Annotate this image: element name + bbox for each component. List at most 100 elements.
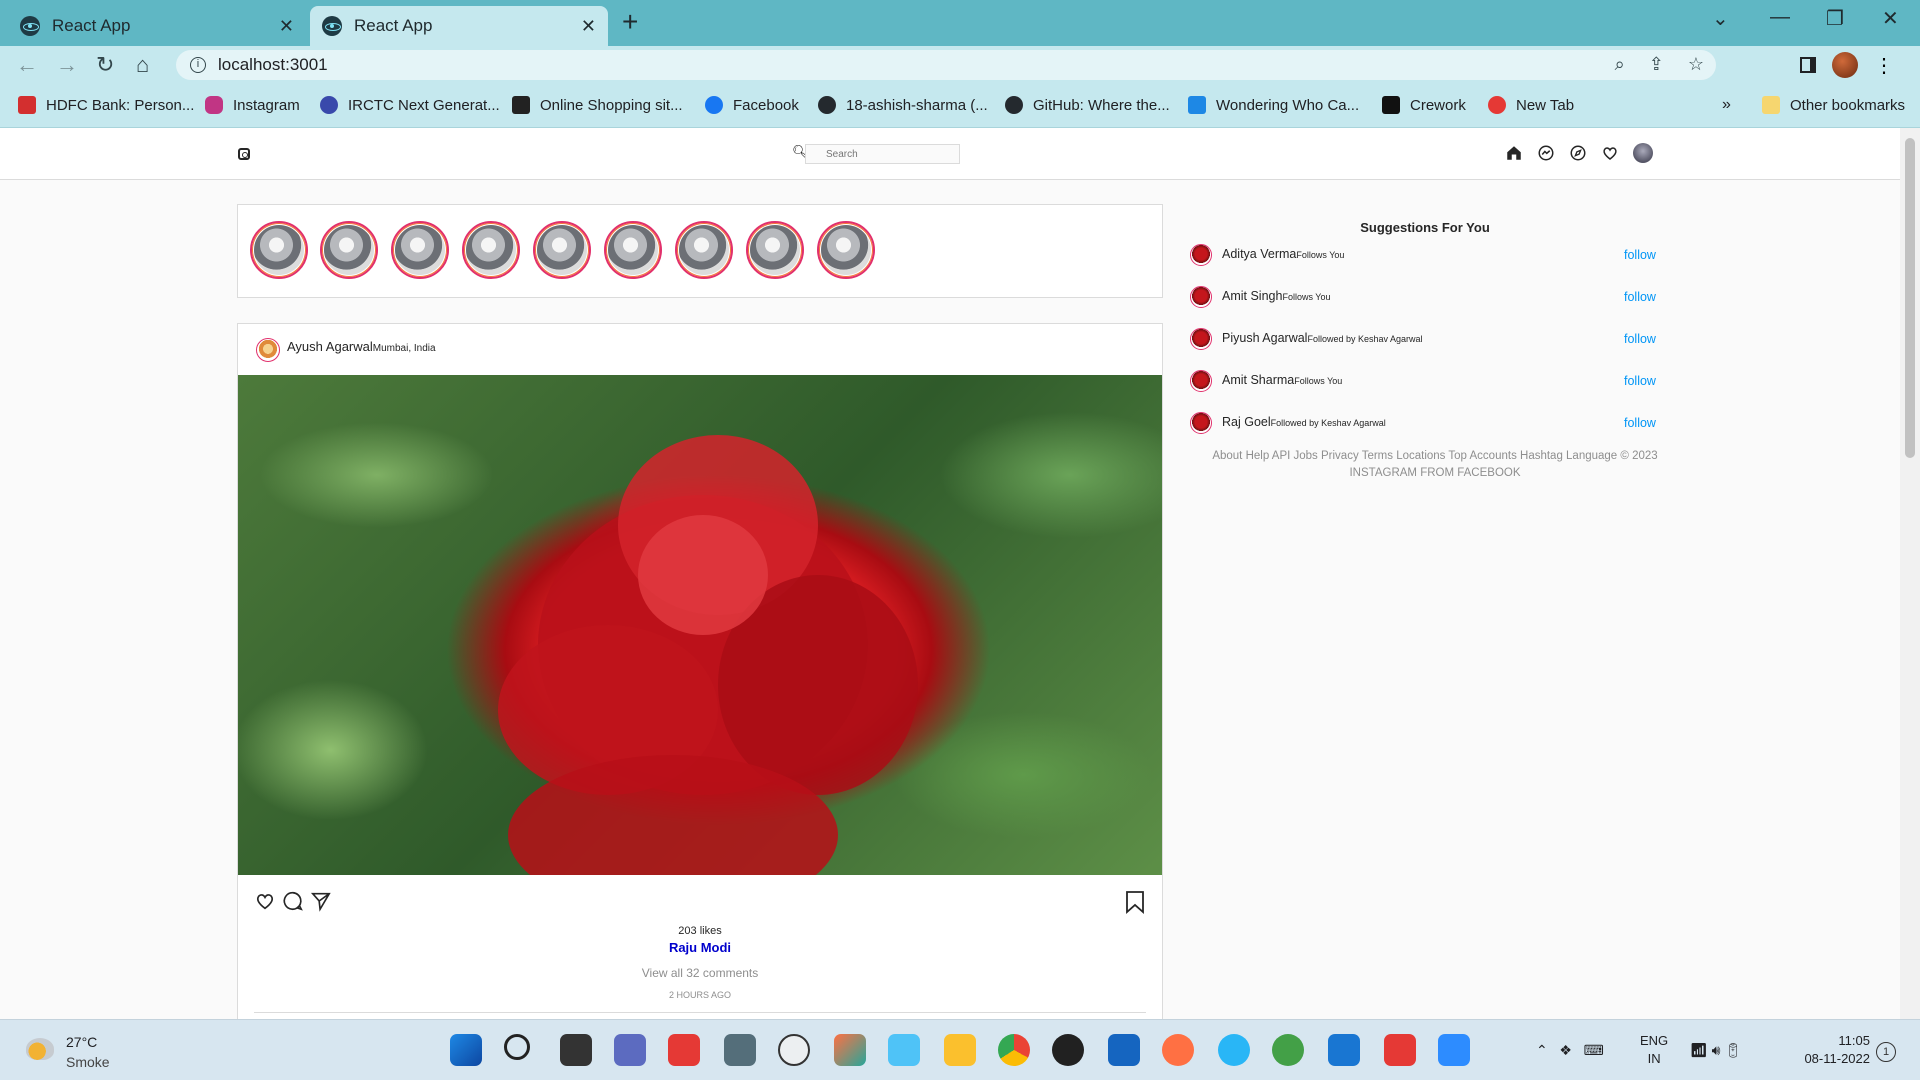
post-author-name[interactable]: Ayush Agarwal <box>287 339 373 354</box>
camera-icon[interactable] <box>724 1034 756 1066</box>
notification-badge[interactable]: 1 <box>1876 1042 1896 1062</box>
follow-button[interactable]: follow <box>1624 290 1656 304</box>
tab-close-icon[interactable]: ✕ <box>581 16 596 37</box>
story-avatar[interactable] <box>604 221 662 279</box>
suggestion-avatar[interactable] <box>1190 244 1212 266</box>
messenger-icon[interactable] <box>1537 144 1555 162</box>
instagram-logo-icon[interactable] <box>238 148 250 160</box>
weather-condition[interactable]: Smoke <box>66 1054 110 1070</box>
address-bar[interactable]: i localhost:3001 ⌕ ⇪ ☆ <box>176 50 1716 80</box>
follow-button[interactable]: follow <box>1624 374 1656 388</box>
reload-icon[interactable]: ↻ <box>96 52 114 78</box>
clock-app-icon[interactable] <box>778 1034 810 1066</box>
bookmark-item[interactable]: New Tab <box>1488 96 1574 114</box>
weather-icon[interactable] <box>26 1038 54 1060</box>
back-icon[interactable]: ← <box>16 52 38 78</box>
story-avatar[interactable] <box>746 221 804 279</box>
tab-close-icon[interactable]: ✕ <box>279 16 294 37</box>
suggestion-avatar[interactable] <box>1190 328 1212 350</box>
photos-icon[interactable] <box>834 1034 866 1066</box>
view-comments-link[interactable]: View all 32 comments <box>238 966 1162 980</box>
search-input[interactable] <box>805 144 960 164</box>
site-info-icon[interactable]: i <box>190 57 206 73</box>
post-author-avatar[interactable] <box>256 338 280 362</box>
story-avatar[interactable] <box>250 221 308 279</box>
clock[interactable]: 11:05 08-11-2022 <box>1790 1032 1870 1068</box>
bookmark-item[interactable]: 18-ashish-sharma (... <box>818 96 988 114</box>
home-icon[interactable] <box>1505 144 1523 162</box>
new-tab-icon[interactable]: + <box>622 6 638 38</box>
comment-icon[interactable] <box>282 890 304 912</box>
restore-icon[interactable]: ❐ <box>1826 6 1844 31</box>
bookmark-item[interactable]: Online Shopping sit... <box>512 96 683 114</box>
chrome-icon[interactable] <box>998 1034 1030 1066</box>
scrollbar-thumb[interactable] <box>1905 138 1915 458</box>
profile-avatar[interactable] <box>1832 52 1858 78</box>
share-icon[interactable]: ⇪ <box>1649 54 1664 75</box>
story-avatar[interactable] <box>320 221 378 279</box>
story-avatar[interactable] <box>675 221 733 279</box>
user-avatar[interactable] <box>1633 143 1653 163</box>
anydesk-icon[interactable] <box>668 1034 700 1066</box>
follow-button[interactable]: follow <box>1624 416 1656 430</box>
footer-links[interactable]: About Help API Jobs Privacy Terms Locati… <box>1200 448 1670 482</box>
microsoft-store-icon[interactable] <box>1108 1034 1140 1066</box>
menu-kebab-icon[interactable]: ⋮ <box>1874 53 1894 78</box>
bookmark-item[interactable]: Crework <box>1382 96 1466 114</box>
forward-icon[interactable]: → <box>56 52 78 78</box>
vscode-icon[interactable] <box>1328 1034 1360 1066</box>
like-heart-icon[interactable] <box>254 890 276 912</box>
share-send-icon[interactable] <box>310 890 332 912</box>
suggestion-name[interactable]: Aditya Verma <box>1222 247 1296 261</box>
zoom-icon[interactable]: ⌕ <box>1615 54 1625 75</box>
suggestion-avatar[interactable] <box>1190 370 1212 392</box>
follow-button[interactable]: follow <box>1624 332 1656 346</box>
follow-button[interactable]: follow <box>1624 248 1656 262</box>
telegram-icon[interactable] <box>1218 1034 1250 1066</box>
close-window-icon[interactable]: ✕ <box>1882 6 1899 31</box>
suggestion-name[interactable]: Raj Goel <box>1222 415 1271 429</box>
browser-tab-active[interactable]: React App ✕ <box>310 6 608 46</box>
bookmark-item[interactable]: HDFC Bank: Person... <box>18 96 194 114</box>
system-tray-icons[interactable]: ⌃ ❖ ⌨ <box>1536 1042 1604 1059</box>
task-view-icon[interactable] <box>560 1034 592 1066</box>
wifi-volume-battery-icons[interactable]: 📶︎ 🔊︎ 🔋︎ <box>1690 1042 1742 1059</box>
weather-temp[interactable]: 27°C <box>66 1034 97 1050</box>
caption-username[interactable]: Raju Modi <box>238 940 1162 955</box>
story-avatar[interactable] <box>462 221 520 279</box>
postman-icon[interactable] <box>1162 1034 1194 1066</box>
page-scrollbar[interactable] <box>1900 128 1920 1019</box>
post-author[interactable]: Ayush AgarwalMumbai, India <box>287 339 436 354</box>
search-icon[interactable] <box>504 1034 530 1060</box>
windows-start-icon[interactable] <box>450 1034 482 1066</box>
story-avatar[interactable] <box>817 221 875 279</box>
suggestion-name[interactable]: Amit Singh <box>1222 289 1282 303</box>
whatsapp-icon[interactable] <box>1272 1034 1304 1066</box>
language-indicator[interactable]: ENG IN <box>1640 1032 1668 1068</box>
browser-tab[interactable]: React App ✕ <box>8 6 306 46</box>
suggestion-name[interactable]: Piyush Agarwal <box>1222 331 1307 345</box>
suggestion-avatar[interactable] <box>1190 412 1212 434</box>
file-explorer-icon[interactable] <box>944 1034 976 1066</box>
other-bookmarks[interactable]: Other bookmarks <box>1762 96 1905 114</box>
media-player-icon[interactable] <box>1052 1034 1084 1066</box>
bookmark-item[interactable]: Wondering Who Ca... <box>1188 96 1359 114</box>
bookmark-item[interactable]: GitHub: Where the... <box>1005 96 1170 114</box>
explore-icon[interactable] <box>1569 144 1587 162</box>
post-image[interactable] <box>238 375 1162 875</box>
home-icon[interactable]: ⌂ <box>136 52 149 78</box>
teams-chat-icon[interactable] <box>614 1034 646 1066</box>
bookmarks-overflow-icon[interactable]: » <box>1722 96 1731 114</box>
control-panel-icon[interactable] <box>888 1034 920 1066</box>
minimize-icon[interactable]: — <box>1770 6 1790 29</box>
suggestion-name[interactable]: Amit Sharma <box>1222 373 1294 387</box>
bookmark-save-icon[interactable] <box>1124 890 1146 914</box>
bookmark-item[interactable]: IRCTC Next Generat... <box>320 96 500 114</box>
youtube-icon[interactable] <box>1384 1034 1416 1066</box>
story-avatar[interactable] <box>391 221 449 279</box>
bookmark-item[interactable]: Instagram <box>205 96 300 114</box>
tab-search-chevron-icon[interactable]: ⌄ <box>1712 6 1729 31</box>
story-avatar[interactable] <box>533 221 591 279</box>
suggestion-avatar[interactable] <box>1190 286 1212 308</box>
bookmark-item[interactable]: Facebook <box>705 96 799 114</box>
